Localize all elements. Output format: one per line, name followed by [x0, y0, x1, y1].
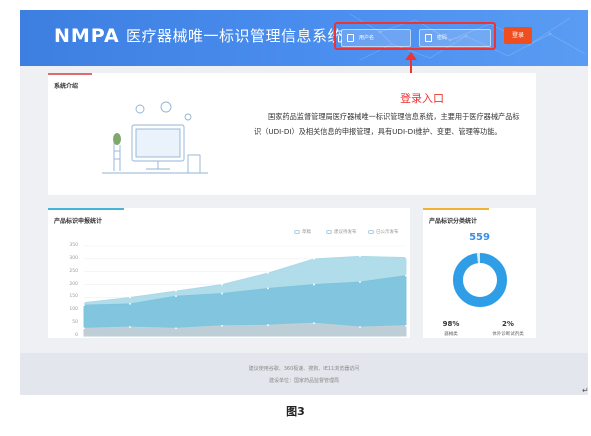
declaration-stats-card: 产品标识申报统计 草稿 建议待发布 已公示发布 350 300 250 200 150 1…	[48, 208, 410, 338]
figure-caption: 图3	[286, 405, 305, 418]
intro-accent-line	[48, 73, 92, 75]
data-point	[83, 327, 85, 330]
data-point	[221, 283, 223, 286]
classification-card: 产品标识分类统计 559 98% 器械类 2% 体外诊断试剂类	[423, 208, 536, 338]
data-point	[267, 324, 269, 327]
data-point	[175, 290, 177, 292]
username-placeholder: 用户名	[359, 35, 375, 41]
paragraph-return-mark: ↵	[582, 386, 589, 395]
intro-title: 系统介绍	[54, 83, 79, 90]
classification-title: 产品标识分类统计	[429, 218, 478, 225]
y-tick-label: 300	[69, 255, 78, 261]
device-label: 器械类	[444, 332, 458, 337]
ivd-percent: 2%	[502, 320, 514, 328]
login-entry-annotation: 登录入口	[400, 92, 444, 105]
data-point	[405, 324, 407, 327]
password-field[interactable]: 密码	[419, 29, 491, 47]
data-point	[175, 295, 177, 298]
intro-description: 国家药品监督管理局医疗器械唯一标识管理信息系统，主要用于医疗器械产品标识（UDI…	[254, 112, 520, 136]
data-point	[405, 274, 407, 277]
annotation-arrow-head	[405, 52, 417, 60]
donut-slice-1	[453, 253, 507, 307]
data-point	[359, 281, 361, 283]
data-point	[359, 326, 361, 328]
data-point	[267, 272, 269, 274]
ivd-label: 体外诊断试剂类	[492, 332, 524, 337]
data-point	[83, 304, 85, 307]
data-point	[405, 256, 407, 259]
area-chart	[83, 245, 407, 337]
data-point	[221, 324, 223, 327]
system-title: 医疗器械唯一标识管理信息系统	[126, 27, 344, 45]
y-tick-label: 150	[69, 294, 78, 300]
data-point	[129, 326, 131, 328]
data-point	[221, 292, 223, 295]
y-tick-label: 250	[69, 268, 78, 274]
device-percent: 98%	[442, 320, 460, 328]
data-point	[313, 283, 315, 286]
data-point	[129, 296, 131, 299]
classification-accent-line	[423, 208, 489, 210]
data-point	[313, 322, 315, 325]
y-tick-label: 200	[69, 281, 78, 287]
data-point	[359, 255, 361, 258]
classification-total: 559	[469, 232, 490, 243]
y-tick-label: 350	[69, 243, 78, 248]
nmpa-logo: NMPA	[54, 25, 120, 47]
password-placeholder: 密码	[437, 35, 448, 41]
login-button[interactable]: 登录	[504, 27, 532, 44]
builder-note: 建设单位：国家药品监督管理局	[268, 378, 339, 384]
browser-note: 建议使用谷歌、360极速、搜狗、IE11浏览器访问	[248, 366, 360, 372]
top-banner: NMPA 医疗器械唯一标识管理信息系统 用户名 密码 登录	[20, 10, 588, 66]
intro-card: 系统介绍 国家药品监督管理局医疗器械唯一标识管理信息系统，主要用于医疗器械产品标…	[48, 73, 536, 195]
y-tick-label: 100	[69, 307, 78, 313]
y-tick-label: 50	[72, 320, 78, 326]
computer-illustration	[102, 101, 208, 174]
user-lock-icon	[347, 33, 354, 42]
data-point	[267, 287, 269, 290]
data-point	[313, 257, 315, 260]
login-highlight-box: 用户名 密码	[334, 22, 496, 50]
data-point	[129, 302, 131, 305]
screenshot-frame: NMPA 医疗器械唯一标识管理信息系统 用户名 密码 登录 系统介绍 国家药品监	[20, 10, 588, 395]
y-tick-label: 0	[75, 333, 78, 338]
donut-chart	[453, 253, 507, 307]
data-point	[175, 327, 177, 330]
data-point	[83, 301, 85, 304]
lock-icon	[425, 33, 432, 42]
page-footer: 建议使用谷歌、360极速、搜狗、IE11浏览器访问 建设单位：国家药品监督管理局	[20, 353, 588, 395]
username-field[interactable]: 用户名	[341, 29, 411, 47]
